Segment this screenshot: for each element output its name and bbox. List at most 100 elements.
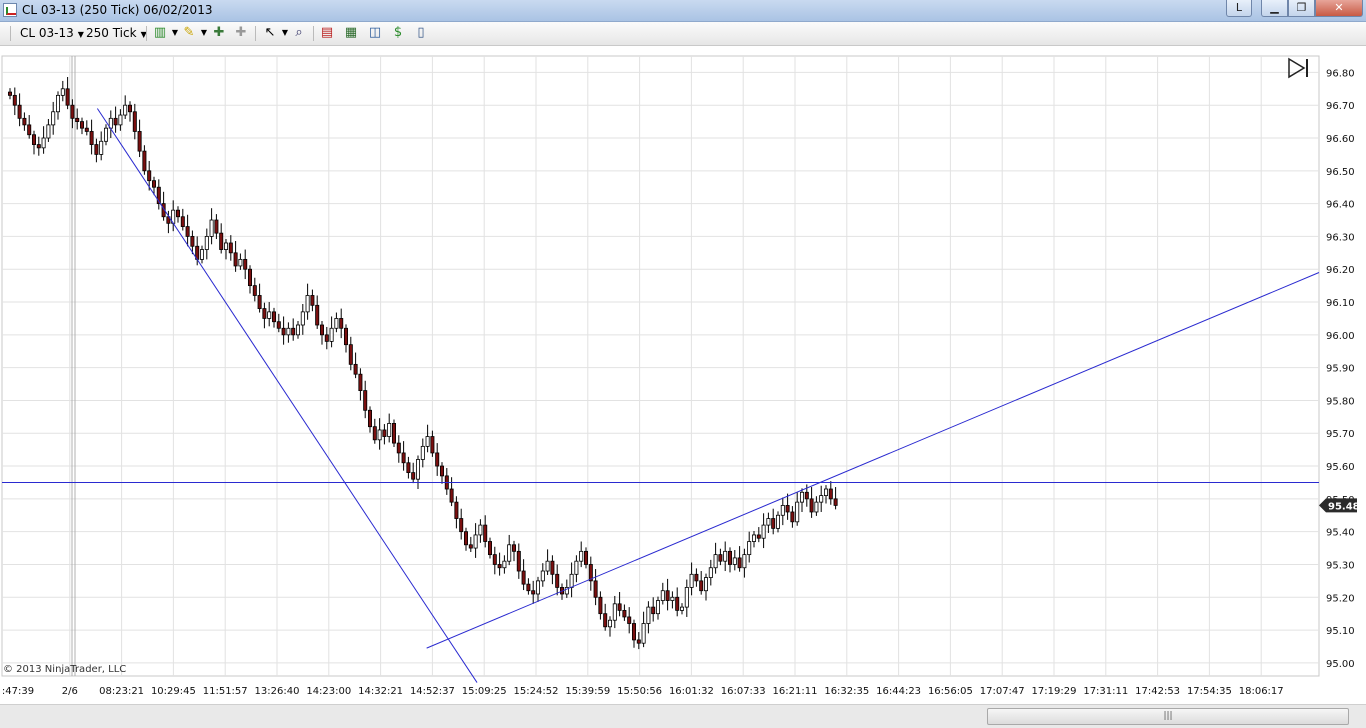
candle-body bbox=[732, 557, 737, 565]
link-button[interactable]: L bbox=[1226, 0, 1252, 17]
time-axis-label: 17:19:29 bbox=[1032, 686, 1077, 697]
candle-body bbox=[454, 501, 459, 519]
chevron-down-icon: ▼ bbox=[77, 30, 84, 39]
candle-body bbox=[617, 603, 622, 611]
candle-body bbox=[175, 209, 180, 218]
price-axis-label: 96.70 bbox=[1326, 101, 1355, 112]
candle-body bbox=[463, 531, 468, 546]
order-entry-icon[interactable]: ▤ bbox=[319, 25, 335, 41]
candle-body bbox=[771, 518, 776, 529]
candle-body bbox=[99, 140, 104, 155]
candle-body bbox=[396, 442, 401, 454]
candle-body bbox=[512, 544, 517, 552]
candle-body bbox=[56, 94, 61, 113]
price-axis-label: 96.80 bbox=[1326, 68, 1355, 79]
price-axis-label: 95.30 bbox=[1326, 560, 1355, 571]
candle-body bbox=[305, 295, 310, 313]
candle-body bbox=[367, 409, 372, 428]
price-chart[interactable]: 96.80 96.70 96.60 96.50 96.40 96.30 96.20 96.10… bbox=[0, 46, 1366, 704]
candle-body bbox=[651, 606, 656, 615]
candle-body bbox=[94, 144, 99, 155]
candle-body bbox=[684, 587, 689, 608]
pencil-icon[interactable]: ✎ bbox=[181, 25, 197, 41]
candle-body bbox=[199, 249, 204, 260]
indicator-icon[interactable]: ◫ bbox=[367, 25, 383, 41]
price-axis-label: 96.20 bbox=[1326, 265, 1355, 276]
time-axis-label: 18:06:17 bbox=[1239, 686, 1284, 697]
app-chart-icon bbox=[3, 3, 17, 17]
time-axis-label: 16:56:05 bbox=[928, 686, 973, 697]
candle-body bbox=[824, 488, 829, 496]
candle-body bbox=[358, 373, 363, 392]
candle-body bbox=[387, 423, 392, 437]
candle-body bbox=[243, 258, 248, 270]
candle-body bbox=[699, 580, 704, 592]
candle-body bbox=[723, 550, 728, 562]
candle-body bbox=[526, 583, 531, 592]
candle-body bbox=[204, 236, 209, 250]
current-price-label: 95.48 bbox=[1328, 501, 1360, 512]
price-axis-label: 96.50 bbox=[1326, 167, 1355, 178]
candle-body bbox=[502, 560, 507, 569]
candle-body bbox=[656, 600, 661, 615]
candle-body bbox=[420, 445, 425, 460]
candle-body bbox=[742, 554, 747, 569]
candle-body bbox=[147, 170, 152, 182]
minimize-button[interactable]: ▁ bbox=[1261, 0, 1288, 17]
candle-body bbox=[574, 560, 579, 575]
candle-body bbox=[641, 623, 646, 644]
candle-body bbox=[377, 429, 382, 441]
candle-body bbox=[632, 623, 637, 641]
candle-body bbox=[708, 567, 713, 578]
candle-body bbox=[339, 318, 344, 329]
candle-body bbox=[439, 465, 444, 477]
candle-body bbox=[22, 117, 27, 126]
candle-body bbox=[766, 518, 771, 526]
toolbar-separator bbox=[255, 26, 256, 41]
candle-body bbox=[612, 603, 617, 621]
candle-body bbox=[670, 596, 675, 601]
strategy-icon[interactable]: $ bbox=[390, 25, 406, 41]
candle-body bbox=[219, 232, 224, 250]
bar-chart-icon[interactable]: ▦ bbox=[343, 25, 359, 41]
candle-body bbox=[276, 321, 281, 329]
scroll-to-end-icon[interactable] bbox=[1287, 56, 1311, 80]
candle-body bbox=[694, 573, 699, 582]
candle-body bbox=[132, 111, 137, 132]
time-axis-label: 14:32:21 bbox=[358, 686, 403, 697]
magnifier-icon[interactable]: ⌕ bbox=[291, 25, 307, 41]
candle-body bbox=[531, 590, 536, 595]
zoom-in-icon[interactable]: ✚ bbox=[211, 25, 227, 41]
candle-body bbox=[329, 327, 334, 342]
candle-body bbox=[478, 524, 483, 536]
candle-body bbox=[123, 104, 128, 116]
instrument-selector[interactable]: CL 03-13 ▼ bbox=[20, 25, 84, 42]
candle-body bbox=[780, 505, 785, 516]
chart-style-icon[interactable]: ▥ bbox=[152, 25, 168, 41]
candle-body bbox=[137, 131, 142, 152]
window-title: CL 03-13 (250 Tick) 06/02/2013 bbox=[22, 3, 213, 17]
price-axis-label: 95.00 bbox=[1326, 659, 1355, 670]
candle-body bbox=[310, 295, 315, 306]
pointer-icon[interactable]: ↖ bbox=[262, 25, 278, 41]
price-axis-label: 96.10 bbox=[1326, 298, 1355, 309]
interval-selector[interactable]: 250 Tick ▼ bbox=[86, 25, 147, 42]
candle-body bbox=[51, 111, 56, 126]
chevron-down-icon[interactable]: ▼ bbox=[196, 25, 212, 41]
price-axis-label: 95.70 bbox=[1326, 429, 1355, 440]
horizontal-scrollbar[interactable]: ||| bbox=[0, 704, 1366, 728]
zoom-out-icon[interactable]: ✚ bbox=[233, 25, 249, 41]
maximize-button[interactable]: ❐ bbox=[1288, 0, 1315, 17]
time-axis-label: 16:44:23 bbox=[876, 686, 921, 697]
candle-body bbox=[75, 117, 80, 123]
price-axis-label: 95.80 bbox=[1326, 396, 1355, 407]
plot-area[interactable] bbox=[1, 55, 1320, 677]
candle-body bbox=[713, 554, 718, 569]
scrollbar-thumb[interactable]: ||| bbox=[987, 708, 1349, 725]
candle-body bbox=[151, 180, 156, 188]
data-box-icon[interactable]: ▯ bbox=[413, 25, 429, 41]
candle-body bbox=[776, 514, 781, 529]
candle-body bbox=[32, 134, 37, 145]
candle-body bbox=[295, 324, 300, 336]
close-button[interactable]: ✕ bbox=[1315, 0, 1363, 17]
